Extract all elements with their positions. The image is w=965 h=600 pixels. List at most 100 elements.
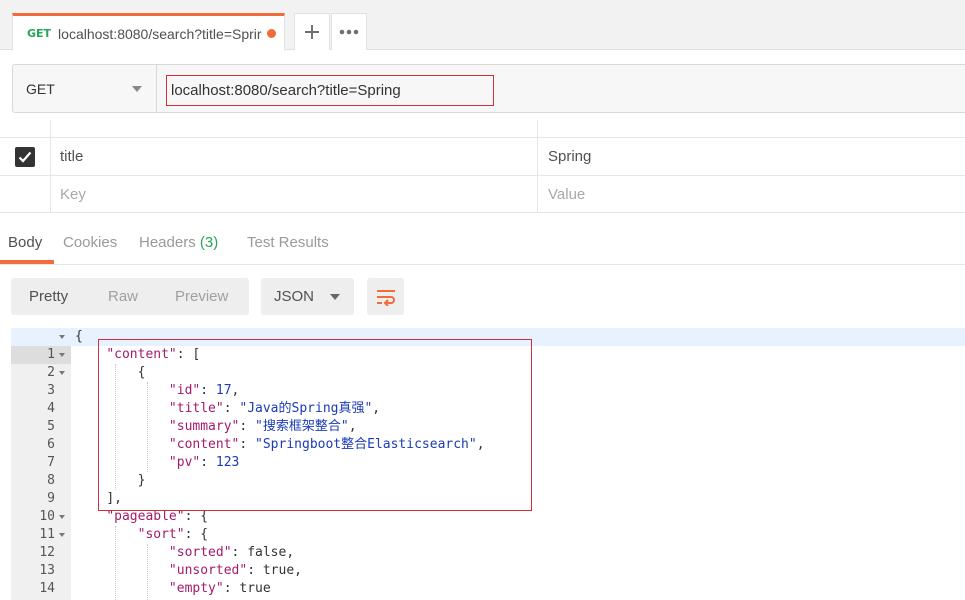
param-key-value: title [60,148,84,165]
indent-guide [147,382,148,472]
fold-arrow-icon[interactable] [59,335,65,339]
method-select[interactable]: GET [13,65,157,112]
param-new-row: Key Value [0,176,965,213]
tab-method-label: GET [27,27,52,40]
code-text: } [137,473,146,488]
code-line: 11 "pageable": { [11,508,965,542]
param-new-key-input[interactable]: Key [51,176,538,212]
more-tabs-button[interactable] [331,13,367,50]
code-text: ], [106,491,122,506]
json-value: 123 [215,455,240,470]
json-key: "title" [168,401,224,416]
json-key: "pv" [168,455,201,470]
json-key: "sorted" [168,545,232,560]
url-input[interactable]: localhost:8080/search?title=Spring [166,75,494,106]
json-key: "id" [168,383,201,398]
tab-body[interactable]: Body [8,234,42,251]
param-value-input[interactable]: Spring [538,138,965,175]
json-value: false [247,545,287,560]
code-line: 7 "content": "Springboot整合Elasticsearch"… [11,436,965,470]
code-line: 4 "id": 17, [11,382,965,416]
code-text: "title": "Java的Spring真强", [168,401,381,416]
json-value: true [262,563,295,578]
json-value: "搜索框架整合" [255,419,349,434]
param-new-value-input[interactable]: Value [538,176,965,212]
view-pretty-button[interactable]: Pretty [29,278,68,315]
fold-arrow-icon[interactable] [59,533,65,537]
format-select[interactable]: JSON [261,278,354,315]
chevron-down-icon [132,86,142,92]
view-raw-button[interactable]: Raw [108,278,138,315]
request-bar: GET localhost:8080/search?title=Spring [12,64,965,113]
code-text: "sorted": false, [168,545,295,560]
query-params-table: title Spring Key Value [0,120,965,213]
method-select-value: GET [26,80,55,97]
response-body-editor[interactable]: 1 { 2 "content": [ 3 { 4 "id": 17, 5 "ti… [11,328,965,600]
headers-count-badge: (3) [199,234,219,251]
tab-cookies[interactable]: Cookies [63,234,117,251]
code-text: "unsorted": true, [168,563,302,578]
code-line: 15 "empty": true [11,580,965,600]
param-key-input[interactable]: title [51,138,538,175]
param-new-check-cell [0,176,51,212]
json-key: "pageable" [106,509,185,524]
request-tab[interactable]: GET localhost:8080/search?title=Sprir [12,13,285,51]
json-key: "unsorted" [168,563,248,578]
chevron-down-icon [330,294,340,300]
json-key: "content" [106,347,177,362]
fold-arrow-icon[interactable] [59,371,65,375]
tab-headers[interactable]: Headers (3) [139,234,218,251]
json-value: "Springboot整合Elasticsearch" [255,437,477,452]
view-preview-button[interactable]: Preview [175,278,228,315]
code-line: 10 ], [11,490,965,524]
code-text: "pageable": { [106,509,209,524]
json-value: 17 [215,383,232,398]
code-text: "content": [ [106,347,201,362]
param-row: title Spring [0,138,965,176]
code-text: "summary": "搜索框架整合", [168,419,357,434]
code-text: { [137,365,146,380]
code-line: 13 "sorted": false, [11,544,965,578]
code-text: "empty": true [168,581,271,596]
fold-arrow-icon[interactable] [59,515,65,519]
tab-test-results[interactable]: Test Results [247,234,329,251]
tab-title: localhost:8080/search?title=Sprir [58,25,262,42]
plus-icon [305,25,319,39]
code-line: 1 { [11,328,965,364]
code-text: "sort": { [137,527,209,542]
json-key: "summary" [168,419,240,434]
code-line: 8 "pv": 123 [11,454,965,488]
json-key: "content" [168,437,240,452]
request-tab-bar: GET localhost:8080/search?title=Sprir [0,0,965,51]
code-text: { [75,329,83,344]
view-mode-switcher: Pretty Raw Preview [11,278,249,315]
param-enabled-cell [0,138,51,175]
unsaved-dot-icon [267,29,276,38]
active-tab-indicator [0,260,54,264]
params-header-row [0,120,965,138]
tab-headers-label: Headers [139,234,196,251]
code-line: 3 { [11,364,965,398]
json-key: "sort" [137,527,185,542]
value-placeholder: Value [548,185,586,203]
param-value-value: Spring [548,148,592,165]
code-text: "content": "Springboot整合Elasticsearch", [168,437,485,452]
code-line: 14 "unsorted": true, [11,562,965,596]
fold-arrow-icon[interactable] [59,353,65,357]
params-header-cell [0,120,51,137]
json-value: true [239,581,271,596]
more-icon [339,29,359,35]
wrap-lines-icon [376,289,395,306]
code-line: 5 "title": "Java的Spring真强", [11,400,965,434]
code-text: "pv": 123 [168,455,240,470]
code-line: 12 "sort": { [11,526,965,560]
checkmark-icon [18,151,32,163]
param-enabled-checkbox[interactable] [15,146,35,167]
wrap-lines-button[interactable] [367,278,404,315]
url-input-value: localhost:8080/search?title=Spring [171,82,401,99]
key-placeholder: Key [60,185,86,203]
new-tab-button[interactable] [294,13,330,50]
code-line: 6 "summary": "搜索框架整合", [11,418,965,452]
response-tabs: Body Cookies Headers (3) Test Results [0,222,965,265]
params-header-cell [51,120,538,137]
